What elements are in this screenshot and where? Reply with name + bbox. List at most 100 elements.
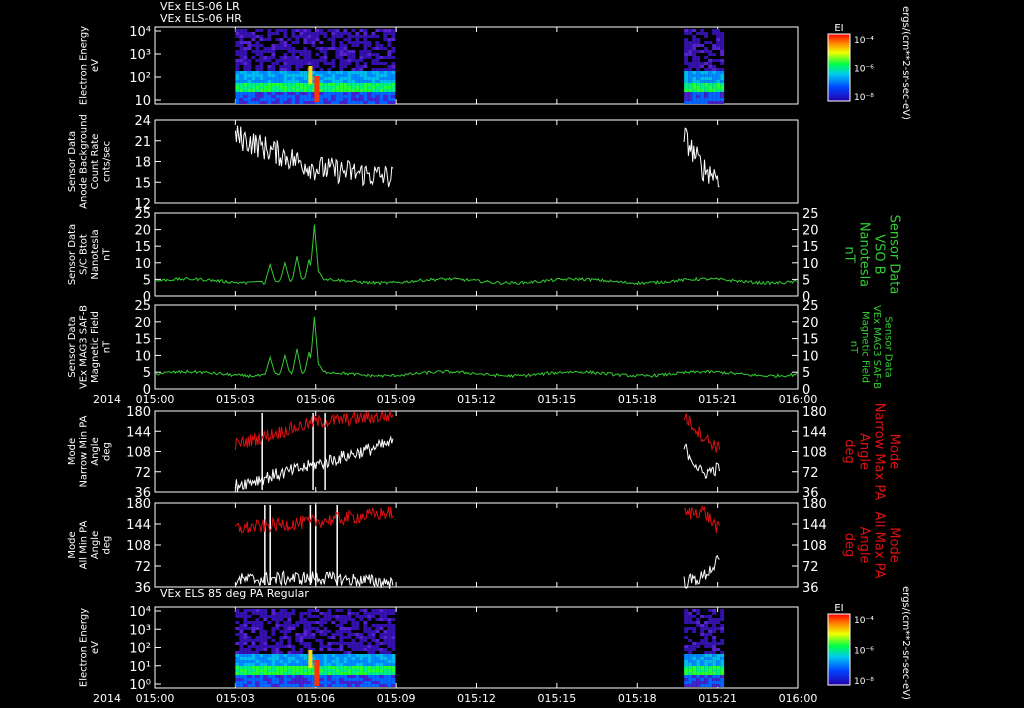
panel-2-right-label-1: VSO B (871, 234, 886, 274)
panel-0-spectrogram-warm-burst (308, 66, 313, 84)
panel-4-right-label-0: Mode (886, 434, 901, 469)
panel-5-ytick-label-right: 180 (802, 497, 827, 512)
panel-3-series-0-trace (154, 316, 798, 379)
panel-4-ytick-label: 144 (126, 425, 151, 440)
panel-0-ylabel-1: eV (90, 59, 101, 72)
panel-5-ytick-label: 108 (126, 539, 151, 554)
panel-6-ytick-label: 10⁴ (129, 605, 151, 620)
panel-2-ytick-label: 20 (134, 224, 151, 239)
panel-3-ytick-label-right: 20 (802, 316, 819, 331)
panel-3-xtick-label-5: 015:15 (538, 393, 577, 406)
panel-6-colorbar-tick: 10⁻⁶ (854, 647, 874, 657)
panel-4-series-0-segment-1 (683, 443, 720, 479)
panel-3-ylabel-3: nT (101, 340, 112, 353)
panel-6-year-label: 2014 (93, 692, 121, 705)
panel-5-right-label-0: Mode (886, 527, 901, 562)
panel-3-ylabel-1: VEx MAG3 SAF-B (78, 305, 89, 389)
panel-2-ytick-label: 15 (134, 240, 151, 255)
panel-5-ylabel-0: Mode (67, 531, 78, 558)
panel-4-ylabel-1: Narrow Min PA (78, 415, 89, 487)
panel-3-ytick-label: 25 (134, 299, 151, 314)
panel-4-ylabel-3: deg (101, 442, 112, 461)
panel-2-ytick-label-right: 25 (802, 207, 819, 222)
panel-2-ylabel-2: Nanotesla (90, 229, 101, 279)
panel-5-ytick-label: 144 (126, 518, 151, 533)
panel-1-series-0-segment-0 (234, 125, 394, 188)
panel-5-ylabel-3: deg (101, 536, 112, 555)
panel-2-series-0-trace (154, 224, 798, 286)
panel-1-ytick-label: 18 (134, 156, 151, 171)
panel-0-colorbar-units: ergs/(cm**2-sr-sec-eV) (900, 6, 911, 120)
panel-4-right-label-3: deg (842, 439, 857, 464)
panel-5-right-label-2: Angle (857, 527, 872, 564)
panel-5-ytick-label-right: 144 (802, 518, 827, 533)
panel-2-ytick-label: 5 (143, 273, 151, 288)
panel-5-ytick-label: 72 (134, 560, 151, 575)
panel-5-right-label-1: All Max PA (871, 511, 886, 578)
panel-4-ytick-label-right: 108 (802, 446, 827, 461)
panel-1-series-0-segment-1 (683, 127, 720, 188)
panel-4-ytick-label-right: 72 (802, 466, 819, 481)
panel-4-ylabel-0: Mode (67, 438, 78, 465)
panel-6-title-0: VEx ELS 85 deg PA Regular (160, 587, 309, 600)
panel-3-xtick-label-1: 015:03 (216, 393, 255, 406)
panel-6-xtick-label-4: 015:12 (457, 692, 496, 705)
panel-2-ytick-label-right: 10 (802, 257, 819, 272)
panel-6-spectrogram-block-1 (684, 609, 725, 687)
panel-0-colorbar (827, 33, 851, 102)
panel-1-ylabel-0: Sensor Data (67, 131, 78, 192)
panel-3-right-label-1: VEx MAG3 SAF-B (871, 305, 882, 389)
panel-6-colorbar (827, 613, 851, 686)
panel-1-ytick-label: 21 (134, 135, 151, 150)
panel-2-ytick-label-right: 20 (802, 224, 819, 239)
panel-3-ytick-label-right: 15 (802, 333, 819, 348)
panel-5-ytick-label-right: 36 (802, 581, 819, 596)
panel-0-colorbar-tick: 10⁻⁶ (854, 65, 874, 75)
panel-4-right-label-2: Angle (857, 433, 872, 470)
panel-0-ytick-label: 10 (134, 94, 151, 109)
panel-3-xtick-label-8: 016:00 (779, 393, 818, 406)
panel-2-frame (154, 212, 799, 297)
panel-4-series-0-segment-0 (234, 435, 394, 492)
panel-4-ytick-label: 72 (134, 466, 151, 481)
panel-1-frame (154, 119, 799, 204)
panel-3-ytick-label-right: 10 (802, 349, 819, 364)
panel-4-series-1-segment-1 (683, 413, 720, 453)
panel-6-ytick-label: 10² (129, 642, 151, 657)
panel-6-colorbar-units: ergs/(cm**2-sr-sec-eV) (900, 586, 911, 700)
panel-6-ylabel-1: eV (90, 641, 101, 654)
panel-2-ytick-label-right: 15 (802, 240, 819, 255)
panel-5-right-label-3: deg (842, 533, 857, 558)
panel-3-ytick-label: 5 (143, 366, 151, 381)
panel-6-ylabel-0: Electron Energy (78, 608, 89, 687)
panel-5-ytick-label: 36 (134, 581, 151, 596)
panel-4-series-1-segment-0 (234, 409, 394, 450)
panel-6-xtick-label-6: 015:18 (618, 692, 657, 705)
panel-3-xtick-label-0: 015:00 (136, 393, 175, 406)
panel-3-right-label-0: Sensor Data (882, 316, 893, 377)
panel-0-spectrogram-hot-burst (314, 76, 320, 102)
panel-5-ytick-label-right: 72 (802, 560, 819, 575)
panel-3-xtick-label-6: 015:18 (618, 393, 657, 406)
panel-6-xtick-label-0: 015:00 (136, 692, 175, 705)
panel-0-colorbar-tick: 10⁻⁴ (854, 36, 874, 46)
panel-3-xtick-label-2: 015:06 (296, 393, 335, 406)
panel-0-spectrogram-block-1 (684, 29, 725, 104)
panel-3-ylabel-0: Sensor Data (67, 316, 78, 377)
els-summary-plot: VEx ELS-06 LRVEx ELS-06 HR1010²10³10⁴Ele… (67, 0, 911, 705)
panel-6-xtick-label-7: 015:21 (698, 692, 737, 705)
panel-4-ytick-label-right: 144 (802, 425, 827, 440)
panel-6-xtick-label-5: 015:15 (538, 692, 577, 705)
panel-0-colorbar-tick: 10⁻⁸ (854, 93, 874, 103)
panel-3-ylabel-2: Magnetic Field (90, 311, 101, 383)
panel-6-spectrogram-hot-burst (314, 660, 320, 686)
panel-3-ytick-label: 10 (134, 349, 151, 364)
panel-5-series-1-segment-0 (234, 506, 394, 534)
panel-4-ytick-label: 108 (126, 446, 151, 461)
panel-6-colorbar-tick: 10⁻⁴ (854, 616, 874, 626)
panel-0-ytick-label: 10² (129, 71, 151, 86)
panel-2-ylabel-3: nT (101, 247, 112, 260)
panel-6-ytick-label: 10³ (129, 623, 151, 638)
panel-3-ytick-label: 15 (134, 333, 151, 348)
panel-0-ytick-label: 10⁴ (129, 25, 151, 40)
